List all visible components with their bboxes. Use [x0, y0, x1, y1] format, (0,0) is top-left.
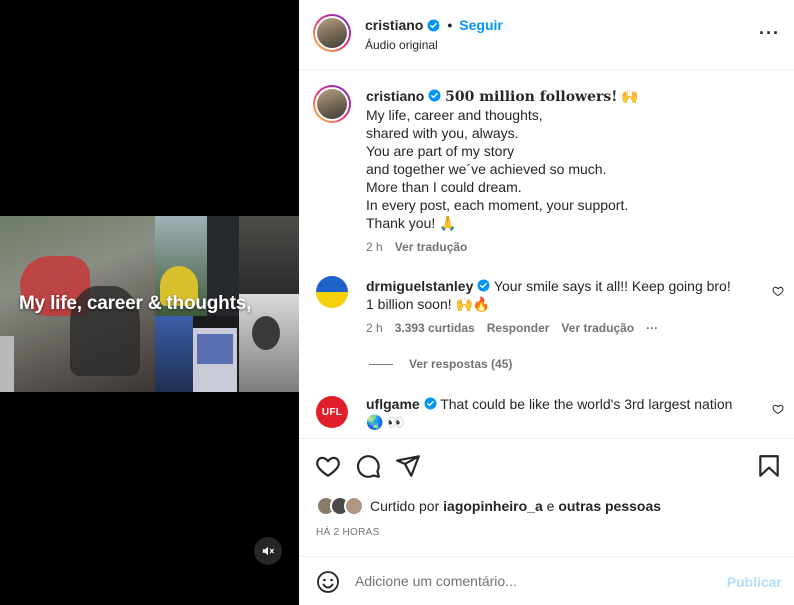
comment-translate-link[interactable]: Ver tradução: [561, 319, 634, 337]
commenter-avatar[interactable]: UFL: [316, 396, 348, 428]
caption-line: More than I could dream.: [366, 179, 522, 195]
liked-by-user[interactable]: iagopinheiro_a: [443, 498, 543, 514]
caption-username[interactable]: cristiano: [366, 88, 424, 104]
separator-dot: •: [447, 17, 453, 33]
liked-by-prefix: Curtido por: [370, 498, 440, 514]
post-panel: cristiano • Seguir Áudio original ··· cr…: [299, 0, 794, 605]
post-header: cristiano • Seguir Áudio original ···: [299, 0, 794, 70]
caption-headline-emoji: 🙌: [621, 88, 639, 104]
comment-composer: Publicar: [299, 556, 794, 605]
share-send-icon[interactable]: [395, 453, 421, 479]
comments-list[interactable]: cristiano 500 million followers! 🙌 My li…: [299, 71, 794, 437]
emoji-smiley-icon[interactable]: [316, 570, 340, 594]
post-actions: Curtido por iagopinheiro_a e outras pess…: [299, 438, 794, 556]
verified-badge-icon: [427, 19, 440, 31]
reply-button[interactable]: Responder: [487, 319, 550, 337]
post-timestamp[interactable]: HÁ 2 HORAS: [316, 527, 380, 538]
comment-bubble-icon[interactable]: [355, 453, 381, 479]
author-avatar[interactable]: [313, 14, 351, 52]
comment-input[interactable]: [355, 570, 715, 592]
collage-photo: [155, 316, 193, 392]
speaker-muted-icon: [262, 546, 274, 556]
collage-photo-detail: [252, 316, 280, 350]
caption-line: shared with you, always.: [366, 125, 519, 141]
comment-meta: 2 h 3.393 curtidas Responder Ver traduçã…: [366, 319, 741, 337]
caption-headline: 500 million followers!: [445, 89, 618, 105]
verified-badge-icon: [424, 397, 437, 410]
publish-button[interactable]: Publicar: [727, 574, 782, 590]
like-heart-icon[interactable]: [315, 453, 341, 479]
more-options-button[interactable]: ···: [759, 24, 780, 42]
audio-link[interactable]: Áudio original: [365, 38, 438, 52]
post-media[interactable]: My life, career & thoughts,: [0, 0, 299, 605]
caption-line: Thank you! 🙏: [366, 215, 457, 231]
comment-text: That could be like the world's 3rd large…: [366, 396, 733, 430]
liked-by-text: Curtido por iagopinheiro_a e outras pess…: [370, 498, 661, 514]
liker-avatar: [344, 496, 364, 516]
comment-likes[interactable]: 3.393 curtidas: [395, 319, 475, 337]
comment-username[interactable]: drmiguelstanley: [366, 278, 473, 294]
commenter-avatar[interactable]: [316, 276, 348, 308]
comment-like-heart-icon[interactable]: [772, 403, 784, 415]
mute-button[interactable]: [254, 537, 282, 565]
caption-translate-link[interactable]: Ver tradução: [395, 238, 468, 256]
liked-by-joiner: e: [546, 498, 555, 514]
author-row: cristiano • Seguir: [365, 17, 503, 33]
collage-photo: [0, 336, 14, 392]
follow-button[interactable]: Seguir: [459, 17, 503, 33]
comment-username[interactable]: uflgame: [366, 396, 420, 412]
caption-line: My life, career and thoughts,: [366, 107, 543, 123]
comment-item: drmiguelstanley Your smile says it all!!…: [366, 277, 741, 337]
replies-divider: [369, 363, 393, 365]
collage-photo: [239, 216, 299, 294]
comment-more-button[interactable]: ···: [646, 319, 658, 337]
caption-line: You are part of my story: [366, 143, 515, 159]
caption-line: and together we´ve achieved so much.: [366, 161, 607, 177]
caption-meta: 2 h Ver tradução: [366, 238, 776, 256]
comment-time[interactable]: 2 h: [366, 319, 383, 337]
ufl-logo: UFL: [321, 406, 343, 418]
comment-like-heart-icon[interactable]: [772, 285, 784, 297]
view-replies-label[interactable]: Ver respostas (45): [409, 357, 512, 371]
post-caption: cristiano 500 million followers! 🙌 My li…: [366, 87, 776, 256]
caption-time[interactable]: 2 h: [366, 238, 383, 256]
verified-badge-icon: [428, 89, 441, 102]
author-username[interactable]: cristiano: [365, 17, 423, 33]
verified-badge-icon: [477, 279, 490, 292]
comment-item: uflgame That could be like the world's 3…: [366, 395, 741, 431]
video-overlay-text: My life, career & thoughts,: [19, 293, 252, 314]
view-replies[interactable]: Ver respostas (45): [369, 357, 512, 371]
liked-by-row[interactable]: Curtido por iagopinheiro_a e outras pess…: [316, 496, 661, 516]
caption-avatar[interactable]: [313, 85, 351, 123]
save-bookmark-icon[interactable]: [756, 453, 782, 479]
collage-photo-detail: [197, 334, 233, 364]
liked-by-others[interactable]: outras pessoas: [558, 498, 661, 514]
caption-line: In every post, each moment, your support…: [366, 197, 629, 213]
